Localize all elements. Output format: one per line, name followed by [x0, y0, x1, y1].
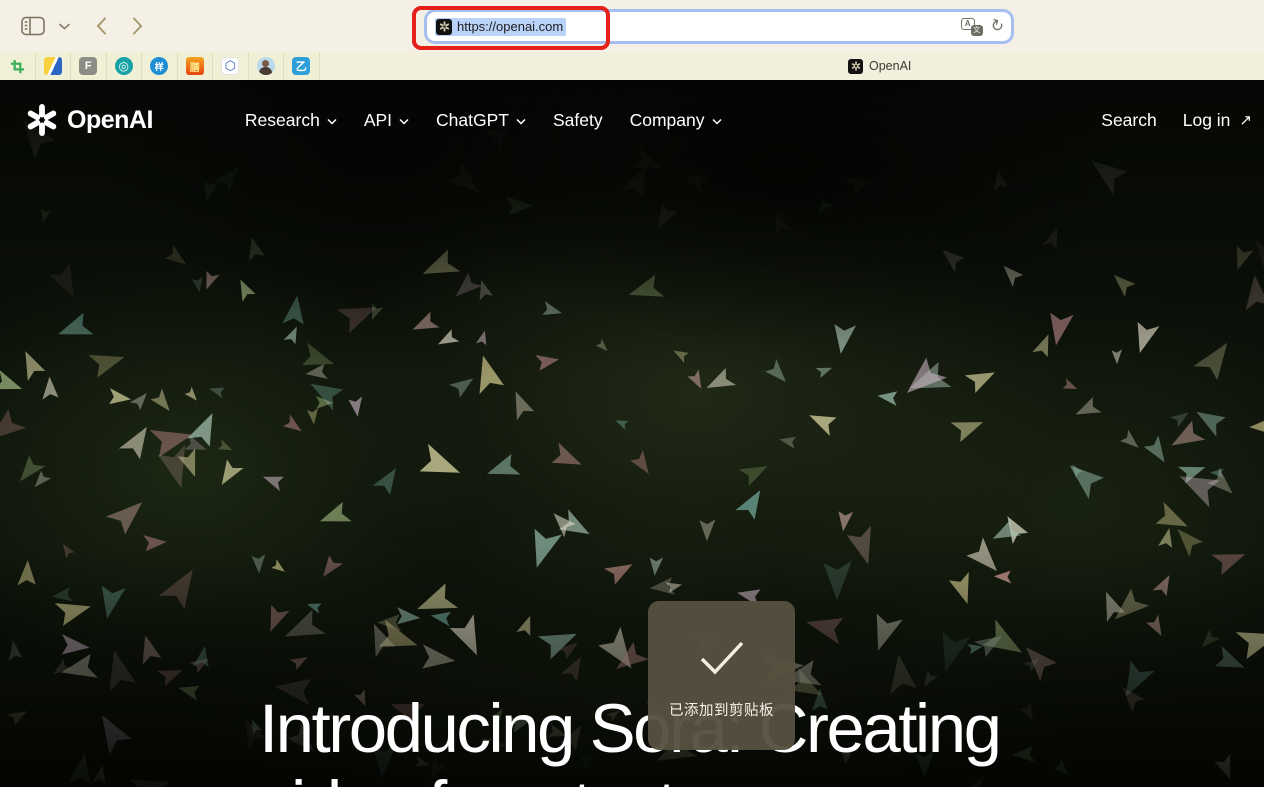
tab-favicon [848, 59, 863, 74]
nav-item-research[interactable]: Research [245, 110, 337, 131]
headline-line2: video from text [259, 767, 999, 787]
url-bar[interactable]: https://openai.com A 文 ↻ [424, 9, 1014, 44]
bookmark-item[interactable]: 乙 [284, 52, 320, 80]
chevron-down-icon [712, 118, 722, 125]
bookmarks-bar: F ◎ 样 膳 ⬡ 乙 [0, 52, 320, 80]
bookmark-item[interactable]: ◎ [107, 52, 143, 80]
swirl-circle-icon: ◎ [115, 57, 133, 75]
hexagon-logo-icon: ⬡ [221, 57, 239, 75]
nav-item-safety[interactable]: Safety [553, 110, 603, 131]
login-link[interactable]: Log in ↗ [1183, 110, 1252, 131]
bookmark-item[interactable] [249, 52, 285, 80]
bookmark-item[interactable]: 膳 [178, 52, 214, 80]
crop-icon [8, 57, 26, 75]
hero-section: OpenAI Research API ChatGPT Safety Compa… [0, 80, 1264, 787]
external-arrow-icon: ↗ [1239, 111, 1252, 129]
back-button[interactable] [92, 16, 110, 36]
translate-icon[interactable]: A 文 [961, 18, 983, 36]
bookmark-item[interactable]: ⬡ [213, 52, 249, 80]
site-navigation: OpenAI Research API ChatGPT Safety Compa… [0, 95, 1264, 145]
active-tab[interactable]: OpenAI [848, 52, 911, 80]
sidebar-toggle-icon[interactable] [20, 15, 46, 37]
chevron-down-icon [327, 118, 337, 125]
nav-right: Search Log in ↗ [1101, 110, 1252, 131]
hero-image [0, 80, 1264, 787]
tab-title: OpenAI [869, 59, 911, 73]
chevron-down-icon [516, 118, 526, 125]
tab-bar: F ◎ 样 膳 ⬡ 乙 [0, 52, 1264, 80]
checkmark-icon [696, 639, 748, 677]
toast-message: 已添加到剪贴板 [669, 699, 774, 720]
yi-square-icon: 乙 [292, 57, 310, 75]
split-color-icon [44, 57, 62, 75]
openai-logo[interactable]: OpenAI [25, 103, 153, 137]
shan-square-icon: 膳 [186, 57, 204, 75]
bookmark-item[interactable] [0, 52, 36, 80]
reload-icon[interactable]: ↻ [987, 17, 1005, 37]
browser-toolbar: https://openai.com A 文 ↻ [0, 0, 1264, 52]
yang-circle-icon: 样 [150, 57, 168, 75]
bookmark-item[interactable] [36, 52, 72, 80]
bookmark-item[interactable]: F [71, 52, 107, 80]
avatar-icon [257, 57, 275, 75]
search-link[interactable]: Search [1101, 110, 1156, 131]
clipboard-toast: 已添加到剪贴板 [648, 601, 795, 750]
nav-item-chatgpt[interactable]: ChatGPT [436, 110, 526, 131]
headline-line1: Introducing Sora: Creating [259, 690, 999, 767]
forward-button[interactable] [128, 16, 146, 36]
url-selection: https://openai.com [435, 18, 566, 36]
url-text[interactable]: https://openai.com [457, 19, 563, 34]
letter-f-icon: F [79, 57, 97, 75]
toolbar-chevron-down-icon[interactable] [54, 16, 74, 36]
nav-item-api[interactable]: API [364, 110, 409, 131]
bookmark-item[interactable]: 样 [142, 52, 178, 80]
openai-favicon [436, 19, 452, 35]
nav-item-company[interactable]: Company [630, 110, 722, 131]
logo-text: OpenAI [67, 106, 153, 135]
chevron-down-icon [399, 118, 409, 125]
nav-links: Research API ChatGPT Safety Company [245, 110, 722, 131]
hero-headline: Introducing Sora: Creating video from te… [259, 690, 999, 787]
